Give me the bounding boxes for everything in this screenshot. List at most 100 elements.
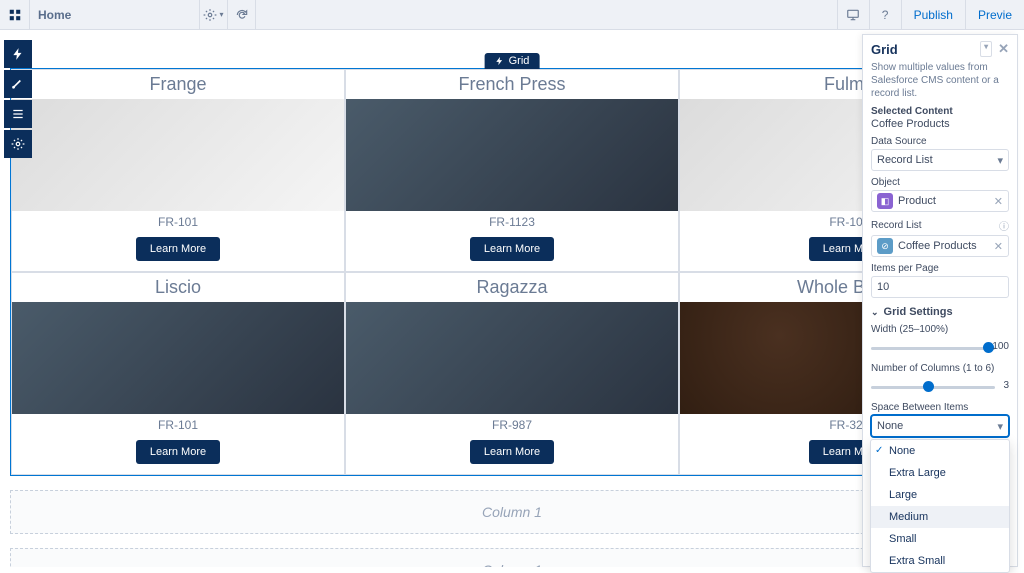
product-image bbox=[12, 99, 344, 211]
record-list-select[interactable]: ⊘ Coffee Products ✕ bbox=[871, 235, 1009, 257]
info-icon[interactable]: ⓘ bbox=[999, 218, 1009, 233]
product-image bbox=[346, 302, 678, 414]
items-per-page-label: Items per Page bbox=[871, 263, 1009, 274]
record-list-label: Record List ⓘ bbox=[871, 218, 1009, 233]
refresh-icon bbox=[235, 8, 249, 22]
settings-button[interactable]: ▾ bbox=[200, 0, 228, 30]
dropdown-option[interactable]: Small bbox=[871, 528, 1009, 550]
card-title: Ragazza bbox=[476, 273, 547, 302]
product-image bbox=[12, 302, 344, 414]
items-per-page-input[interactable]: 10 bbox=[871, 276, 1009, 298]
chevron-down-icon: ▾ bbox=[997, 154, 1003, 167]
slider-track bbox=[871, 347, 995, 350]
list-icon bbox=[11, 107, 25, 121]
space-between-select[interactable]: None ▾ bbox=[871, 415, 1009, 437]
data-source-value: Record List bbox=[877, 154, 933, 166]
chevron-down-icon: ▾ bbox=[997, 420, 1003, 433]
theme-tool[interactable] bbox=[4, 70, 32, 98]
chevron-down-icon: ▾ bbox=[219, 10, 223, 19]
preview-button[interactable]: Previe bbox=[965, 0, 1024, 30]
page-title-label: Home bbox=[38, 8, 71, 22]
clear-icon[interactable]: ✕ bbox=[994, 240, 1003, 253]
panel-menu-button[interactable]: ▾ bbox=[980, 41, 992, 57]
object-icon: ◧ bbox=[877, 193, 893, 209]
gear-icon bbox=[203, 8, 217, 22]
card-sku: FR-101 bbox=[158, 211, 198, 233]
dropdown-option[interactable]: None bbox=[871, 440, 1009, 462]
selected-content-value: Coffee Products bbox=[871, 118, 1009, 130]
dropdown-option[interactable]: Large bbox=[871, 484, 1009, 506]
cols-value: 3 bbox=[1003, 380, 1009, 391]
slider-thumb[interactable] bbox=[923, 381, 934, 392]
settings-tool[interactable] bbox=[4, 130, 32, 158]
link-icon: ⊘ bbox=[877, 238, 893, 254]
object-label: Object bbox=[871, 177, 1009, 188]
card-sku: FR-32 bbox=[829, 414, 862, 436]
brush-icon bbox=[11, 77, 25, 91]
width-value: 100 bbox=[992, 341, 1009, 352]
placeholder-label: Column 1 bbox=[482, 562, 542, 567]
card-sku: FR-1123 bbox=[489, 211, 535, 233]
dropdown-option[interactable]: Extra Large bbox=[871, 462, 1009, 484]
data-source-select[interactable]: Record List ▾ bbox=[871, 149, 1009, 171]
object-select[interactable]: ◧ Product ✕ bbox=[871, 190, 1009, 212]
close-icon[interactable]: ✕ bbox=[998, 41, 1009, 57]
dropdown-option[interactable]: Extra Small bbox=[871, 550, 1009, 572]
lightning-icon bbox=[11, 47, 25, 61]
card-sku: FR-10 bbox=[829, 211, 862, 233]
component-badge: Grid bbox=[485, 53, 540, 69]
card-title: Liscio bbox=[155, 273, 201, 302]
card-title: Frange bbox=[149, 70, 206, 99]
space-dropdown: None Extra Large Large Medium Small Extr… bbox=[870, 439, 1010, 573]
chevron-down-icon: ⌄ bbox=[871, 307, 879, 318]
object-value: Product bbox=[898, 195, 936, 207]
properties-panel: Grid ▾ ✕ Show multiple values from Sales… bbox=[862, 34, 1018, 567]
left-toolbar bbox=[4, 40, 32, 158]
learn-more-button[interactable]: Learn More bbox=[470, 440, 554, 464]
space-label: Space Between Items bbox=[871, 402, 1009, 413]
gear-icon bbox=[11, 137, 25, 151]
card-sku: FR-987 bbox=[492, 414, 532, 436]
component-badge-label: Grid bbox=[509, 55, 530, 67]
items-per-page-value: 10 bbox=[877, 281, 889, 293]
page-title[interactable]: Home bbox=[30, 0, 200, 30]
lightning-icon bbox=[495, 56, 505, 66]
dropdown-option[interactable]: Medium bbox=[871, 506, 1009, 528]
width-slider[interactable]: 100 bbox=[871, 339, 1009, 357]
topbar-right: ? Publish Previe bbox=[837, 0, 1024, 30]
components-tool[interactable] bbox=[4, 40, 32, 68]
product-card: French Press FR-1123 Learn More bbox=[345, 69, 679, 272]
topbar-left: Home ▾ bbox=[0, 0, 837, 30]
help-icon: ? bbox=[882, 8, 889, 22]
card-title: French Press bbox=[458, 70, 565, 99]
selected-content-label: Selected Content bbox=[871, 106, 1009, 117]
app-icon[interactable] bbox=[0, 0, 30, 30]
product-card: Liscio FR-101 Learn More bbox=[11, 272, 345, 475]
refresh-button[interactable] bbox=[228, 0, 256, 30]
clear-icon[interactable]: ✕ bbox=[994, 195, 1003, 208]
publish-button[interactable]: Publish bbox=[901, 0, 965, 30]
desktop-preview-button[interactable] bbox=[837, 0, 869, 30]
desktop-icon bbox=[846, 8, 860, 22]
grid-icon bbox=[8, 8, 22, 22]
product-card: Ragazza FR-987 Learn More bbox=[345, 272, 679, 475]
panel-description: Show multiple values from Salesforce CMS… bbox=[871, 61, 1009, 100]
space-value: None bbox=[877, 420, 903, 432]
panel-title: Grid bbox=[871, 42, 898, 57]
card-sku: FR-101 bbox=[158, 414, 198, 436]
grid-settings-section[interactable]: ⌄Grid Settings bbox=[871, 306, 1009, 318]
learn-more-button[interactable]: Learn More bbox=[470, 237, 554, 261]
panel-header: Grid ▾ ✕ bbox=[871, 41, 1009, 57]
record-list-value: Coffee Products bbox=[898, 240, 977, 252]
learn-more-button[interactable]: Learn More bbox=[136, 440, 220, 464]
data-source-label: Data Source bbox=[871, 136, 1009, 147]
product-image bbox=[346, 99, 678, 211]
help-button[interactable]: ? bbox=[869, 0, 901, 30]
placeholder-label: Column 1 bbox=[482, 504, 542, 520]
top-bar: Home ▾ ? Publish Previe bbox=[0, 0, 1024, 30]
structure-tool[interactable] bbox=[4, 100, 32, 128]
cols-slider[interactable]: 3 bbox=[871, 378, 1009, 396]
preview-label: Previe bbox=[978, 8, 1012, 22]
learn-more-button[interactable]: Learn More bbox=[136, 237, 220, 261]
publish-label: Publish bbox=[914, 8, 953, 22]
